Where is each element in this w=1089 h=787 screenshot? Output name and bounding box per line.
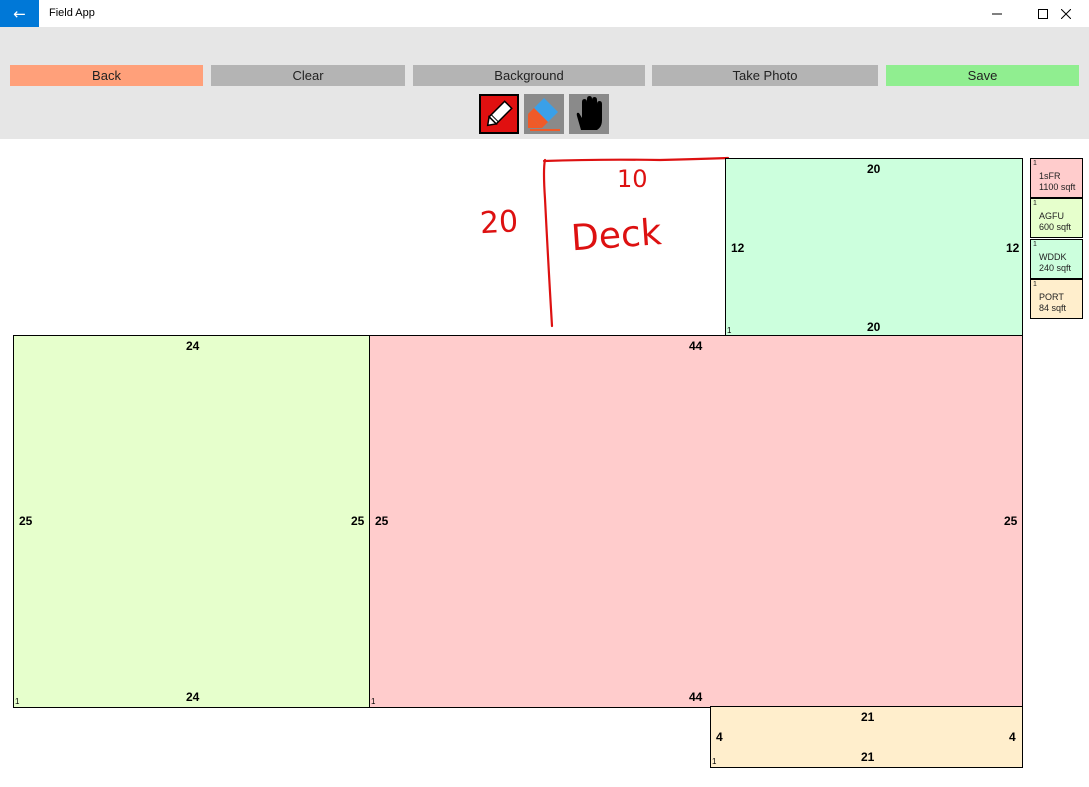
legend-item-wddk[interactable]: 1 WDDK 240 sqft [1030, 239, 1083, 279]
legend-count: 1 [1033, 241, 1037, 248]
legend-item-port[interactable]: 1 PORT 84 sqft [1030, 279, 1083, 319]
title-bar: ← Field App [0, 0, 1089, 27]
legend-code: WDDK [1039, 252, 1067, 262]
pencil-icon[interactable] [479, 94, 519, 134]
room-port[interactable]: 21 21 4 4 1 [710, 706, 1023, 768]
legend-code: PORT [1039, 292, 1064, 302]
legend-area: 1100 sqft [1039, 182, 1076, 192]
dim-top: 24 [186, 339, 200, 353]
legend-area: 84 sqft [1039, 303, 1067, 313]
legend-area: 600 sqft [1039, 222, 1072, 232]
dim-right: 4 [1009, 730, 1016, 744]
deck-name-label: Deck [570, 212, 663, 259]
room-wddk[interactable]: 20 20 12 12 1 [725, 158, 1023, 336]
dim-right: 25 [1004, 514, 1018, 528]
legend-count: 1 [1033, 281, 1037, 288]
corner-number: 1 [371, 697, 376, 706]
deck-width-label: 20 [479, 204, 519, 241]
dim-top: 21 [861, 710, 875, 724]
corner-number: 1 [727, 326, 732, 335]
deck-depth-label: 10 [617, 165, 648, 193]
hand-pan-icon[interactable] [569, 94, 609, 134]
eraser-icon[interactable] [524, 94, 564, 134]
take-photo-button[interactable]: Take Photo [652, 65, 878, 86]
corner-number: 1 [712, 757, 717, 766]
room-agfu[interactable]: 24 24 25 25 1 [13, 335, 371, 708]
minimize-icon[interactable] [974, 0, 1020, 27]
dim-right: 25 [351, 514, 365, 528]
legend-item-agfu[interactable]: 1 AGFU 600 sqft [1030, 198, 1083, 238]
back-arrow-icon[interactable]: ← [0, 0, 39, 27]
legend-area: 240 sqft [1039, 263, 1072, 273]
dim-left: 25 [19, 514, 33, 528]
dim-bottom: 44 [689, 690, 703, 704]
corner-number: 1 [15, 697, 20, 706]
dim-top: 44 [689, 339, 703, 353]
room-1sfr[interactable]: 44 44 25 25 1 [369, 335, 1023, 708]
dim-bottom: 20 [867, 320, 881, 334]
dim-left: 12 [731, 241, 745, 255]
back-button[interactable]: Back [10, 65, 203, 86]
background-button[interactable]: Background [413, 65, 645, 86]
toolbar: Back Clear Background Take Photo Save [0, 27, 1089, 139]
dim-bottom: 21 [861, 750, 875, 764]
legend-count: 1 [1033, 200, 1037, 207]
dim-left: 4 [716, 730, 723, 744]
drawing-canvas[interactable]: 20 10 Deck 20 20 12 12 1 24 24 25 25 1 4… [0, 139, 1089, 787]
legend-count: 1 [1033, 160, 1037, 167]
dim-right: 12 [1006, 241, 1020, 255]
legend-code: AGFU [1039, 211, 1065, 221]
clear-button[interactable]: Clear [211, 65, 405, 86]
dim-top: 20 [867, 162, 881, 176]
legend-item-1sfr[interactable]: 1 1sFR 1100 sqft [1030, 158, 1083, 198]
app-title: Field App [49, 7, 95, 19]
dim-bottom: 24 [186, 690, 200, 704]
legend-code: 1sFR [1039, 171, 1061, 181]
close-icon[interactable] [1043, 0, 1089, 27]
save-button[interactable]: Save [886, 65, 1079, 86]
dim-left: 25 [375, 514, 389, 528]
